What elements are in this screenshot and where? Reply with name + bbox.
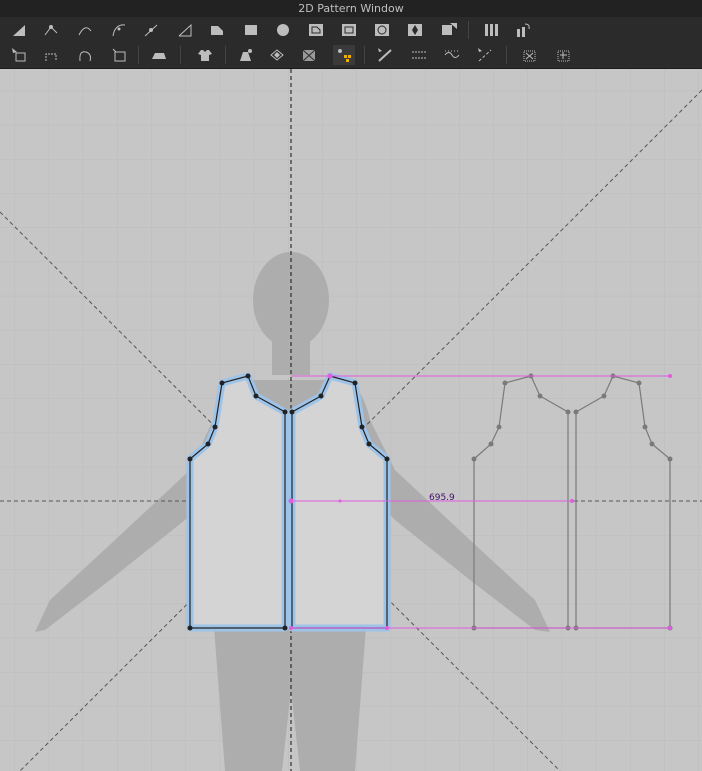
toolbar-separator xyxy=(506,46,507,64)
pattern-grid-alt-tool-icon[interactable] xyxy=(552,45,574,65)
tape-tool-icon[interactable] xyxy=(374,45,396,65)
free-sewing-tool-icon[interactable] xyxy=(74,45,96,65)
grade-tool-icon[interactable] xyxy=(474,45,496,65)
toolbar-separator xyxy=(364,46,365,64)
garment-tool-icon[interactable] xyxy=(194,45,216,65)
internal-polygon-tool-icon[interactable] xyxy=(305,20,327,40)
internal-circle-tool-icon[interactable] xyxy=(371,20,393,40)
toolbar-row-1 xyxy=(0,17,702,42)
dart-tool-icon[interactable] xyxy=(438,20,460,40)
trace-tool-icon[interactable] xyxy=(234,45,256,65)
check-sewing-tool-icon[interactable] xyxy=(108,45,130,65)
circle-tool-icon[interactable] xyxy=(272,20,294,40)
edit-curvature-tool-icon[interactable] xyxy=(108,20,130,40)
segment-sewing-tool-icon[interactable] xyxy=(40,45,62,65)
add-point-tool-icon[interactable] xyxy=(140,20,162,40)
edit-point-tool-icon[interactable] xyxy=(40,20,62,40)
pattern-grid-tool-icon[interactable] xyxy=(518,45,540,65)
toolbar-separator xyxy=(225,46,226,64)
toolbar-separator xyxy=(138,46,139,64)
graphic-tool-icon[interactable] xyxy=(333,45,355,65)
pattern-window: 2D Pattern Window 695.9 xyxy=(0,0,702,771)
fold-tool-icon[interactable] xyxy=(512,20,534,40)
fabric-tool-icon[interactable] xyxy=(266,45,288,65)
pleat-tool-icon[interactable] xyxy=(480,20,502,40)
edit-pattern-tool-icon[interactable] xyxy=(8,20,30,40)
toolbar-separator xyxy=(468,21,469,39)
pin-tool-icon[interactable] xyxy=(441,45,463,65)
pattern-canvas[interactable]: 695.9 xyxy=(0,69,702,771)
puckering-tool-icon[interactable] xyxy=(408,45,430,65)
internal-rectangle-tool-icon[interactable] xyxy=(338,20,360,40)
polygon-tool-icon[interactable] xyxy=(206,20,228,40)
edit-curve-point-tool-icon[interactable] xyxy=(74,20,96,40)
texture-tool-icon[interactable] xyxy=(298,45,320,65)
internal-diamond-tool-icon[interactable] xyxy=(404,20,426,40)
pattern-canvas-svg xyxy=(0,69,702,771)
measurement-label: 695.9 xyxy=(429,493,455,503)
edit-sewing-tool-icon[interactable] xyxy=(8,45,30,65)
rectangle-tool-icon[interactable] xyxy=(240,20,262,40)
segment-tool-icon[interactable] xyxy=(174,20,196,40)
toolbar-row-2 xyxy=(0,42,702,69)
window-title: 2D Pattern Window xyxy=(0,0,702,17)
toolbar-separator xyxy=(180,46,181,64)
iron-tool-icon[interactable] xyxy=(148,45,170,65)
